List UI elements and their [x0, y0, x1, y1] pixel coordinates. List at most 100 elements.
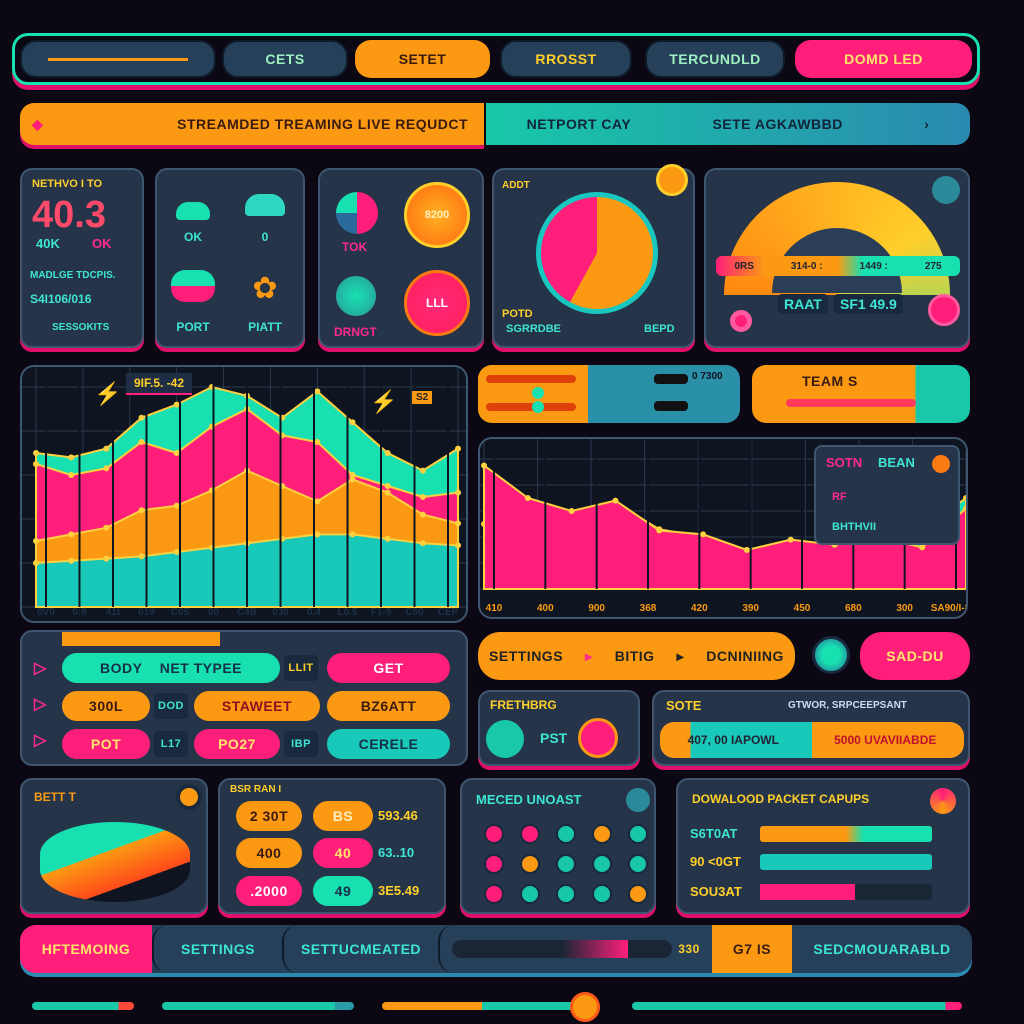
price-cell[interactable]: 49 [313, 876, 373, 906]
bottom-slider[interactable] [632, 1002, 962, 1010]
bz6att-button[interactable]: BZ6ATT [327, 691, 450, 721]
indicator-button[interactable] [592, 854, 612, 874]
indicator-button[interactable] [520, 854, 540, 874]
indicator-button[interactable] [484, 854, 504, 874]
bottom-tab-settucmeated[interactable]: SETTUCMEATED [282, 925, 438, 973]
indicator-button[interactable] [484, 824, 504, 844]
pot-button[interactable]: POT [62, 729, 150, 759]
tab-setet[interactable]: SETET [355, 40, 490, 78]
play-icon[interactable]: ▷ [34, 694, 46, 714]
price-cell[interactable]: 400 [236, 838, 302, 868]
indicator-button[interactable] [484, 884, 504, 904]
breadcrumb-dcniniing[interactable]: DCNINIING [706, 648, 784, 664]
tab-rrosst[interactable]: RROSST [500, 40, 632, 78]
data-point [68, 557, 75, 564]
teams-button[interactable]: TEAM S [752, 365, 970, 423]
cerele-button[interactable]: CERELE [327, 729, 450, 759]
dod-tag[interactable]: DOD [154, 693, 188, 719]
banner-right[interactable]: NETPORT CAY SETE AGKAWBBD › [486, 103, 970, 145]
indicator-button[interactable] [592, 884, 612, 904]
indicator-button[interactable] [556, 854, 576, 874]
tab-tercundld[interactable]: TERCUNDLD [645, 40, 785, 78]
slider-track-1[interactable] [486, 375, 576, 383]
sote-right: 5000 UVAVIIABDE [834, 733, 937, 747]
eye-icon[interactable] [626, 788, 650, 812]
tab-domd-led[interactable]: DOMD LED [795, 40, 972, 78]
pie-knob[interactable] [656, 164, 688, 196]
icon-cell-ok[interactable]: OK [160, 172, 226, 252]
indicator-button[interactable] [520, 824, 540, 844]
indicator-button[interactable] [628, 824, 648, 844]
price-cell[interactable]: 2 30T [236, 801, 302, 831]
download-knob[interactable] [930, 788, 956, 814]
data-point [33, 538, 39, 544]
indicator-button[interactable] [520, 884, 540, 904]
breadcrumb-bitig[interactable]: BITIG [615, 648, 655, 664]
slider-handle[interactable] [532, 387, 544, 399]
bottom-slider[interactable] [162, 1002, 354, 1010]
price-cell[interactable]: BS [313, 801, 373, 831]
chevron-right-icon[interactable]: › [924, 116, 929, 132]
po27-button[interactable]: PO27 [194, 729, 280, 759]
bottom-slider[interactable] [32, 1002, 134, 1010]
nav-slider[interactable] [20, 40, 216, 78]
play-icon[interactable]: ▷ [34, 658, 46, 678]
banner-left[interactable]: ◆ STREAMDED TREAMING LIVE REQUDCT [20, 103, 484, 145]
llit-tag[interactable]: LLIT [284, 655, 318, 681]
staweet-button[interactable]: STAWEET [194, 691, 320, 721]
download-panel: DOWALOOD PACKET CAPUPS S6T0AT 90 <0GT SO… [676, 778, 970, 914]
sote-progress[interactable]: 407, 00 IAPOWL 5000 UVAVIIABDE [660, 722, 964, 758]
bottom-tab-settings[interactable]: SETTINGS [152, 925, 282, 973]
tab-cets[interactable]: CETS [222, 40, 348, 78]
legend-dot[interactable] [932, 455, 950, 473]
slider-track-2[interactable] [486, 403, 576, 411]
x-tick-label: 680 [845, 603, 862, 614]
slider-handle[interactable] [532, 401, 544, 413]
data-point [743, 547, 750, 553]
download-bar-track [760, 884, 932, 900]
bottom-slider[interactable] [382, 1002, 582, 1010]
gauge-knob[interactable] [932, 176, 960, 204]
fret-knob[interactable] [578, 718, 618, 758]
300l-button[interactable]: 300L [62, 691, 150, 721]
body-net-type-button[interactable]: BODY NET TYPEE [62, 653, 280, 683]
icon-cell-port[interactable]: PORT [160, 258, 226, 342]
indicator-button[interactable] [592, 824, 612, 844]
price-cell[interactable]: .2000 [236, 876, 302, 906]
data-point [138, 507, 145, 514]
toggle-button[interactable] [812, 636, 850, 674]
slider-handle[interactable] [570, 992, 600, 1022]
bottom-tab-hftemoing[interactable]: HFTEMOING [20, 925, 152, 973]
bottom-tab-g7is[interactable]: G7 IS [712, 925, 792, 973]
indicator-button[interactable] [556, 824, 576, 844]
bett-knob[interactable] [176, 784, 202, 810]
area-chart: 0V0 0:9 41t 019 C05 00 C4B 030 0.4 L0.5 F1-9 C50 CEP [22, 367, 466, 618]
l17-tag[interactable]: L17 [154, 731, 188, 757]
slider-track[interactable] [48, 57, 188, 61]
get-button[interactable]: GET [327, 653, 450, 683]
indicator-button[interactable] [628, 854, 648, 874]
icon-cell-piatt[interactable]: ✿ PIATT [230, 258, 300, 342]
play-icon[interactable]: ▷ [34, 730, 46, 750]
tent-icon[interactable] [486, 720, 524, 758]
knob-8200[interactable]: 8200 [404, 182, 470, 248]
breadcrumb-settings[interactable]: SETTINGS [489, 648, 563, 664]
sad-du-button[interactable]: SAD-DU [860, 632, 970, 680]
meced-title: MECED UNOAST [476, 792, 582, 807]
indicator-button[interactable] [628, 884, 648, 904]
cloud-pink-icon [171, 270, 215, 302]
data-point [656, 527, 663, 534]
data-point [173, 450, 180, 456]
knob-pink[interactable]: LLL [404, 270, 470, 336]
price-cell[interactable]: 40 [313, 838, 373, 868]
gauge-button-left[interactable] [730, 310, 752, 332]
indicator-button[interactable] [556, 884, 576, 904]
data-point [419, 540, 426, 547]
ibp-tag[interactable]: IBP [284, 731, 318, 757]
pie-title: ADDT [502, 180, 530, 191]
icon-cell-0[interactable]: 0 [230, 172, 300, 252]
gauge-button-right[interactable] [928, 294, 960, 326]
bottom-tab-sedcmouarabld[interactable]: SEDCMOUARABLD [792, 925, 972, 973]
x-tick-label: 900 [588, 603, 605, 614]
fret-panel: FRETHBRG PST [478, 690, 640, 766]
